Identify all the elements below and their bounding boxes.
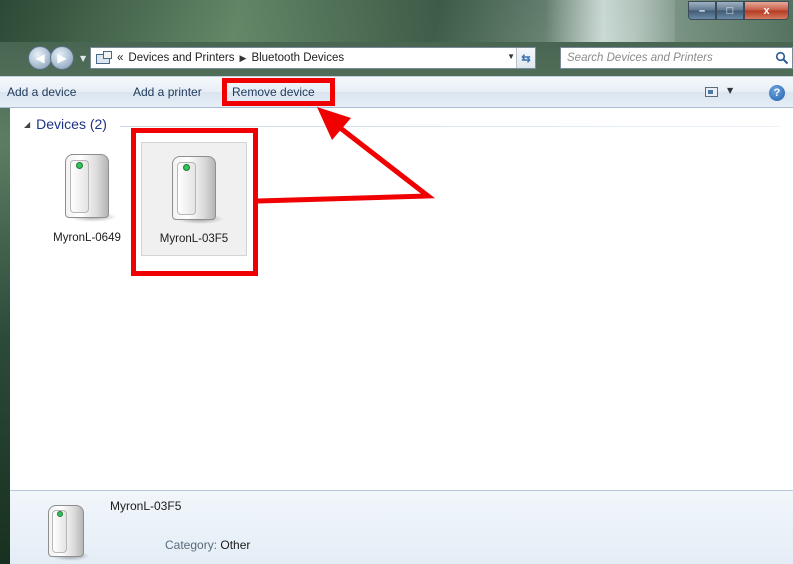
selected-device-icon [48,505,91,561]
add-device-button[interactable]: Add a device [7,85,76,99]
search-icon[interactable] [775,51,789,65]
back-button[interactable]: ◀ [28,46,52,70]
refresh-icon: ⇆ [521,52,531,65]
minimize-button[interactable]: – [688,1,716,20]
devices-pane: ◢ Devices (2) MyronL-0649 MyronL-03F5 [10,108,793,490]
address-bar[interactable]: « Devices and Printers ▶ Bluetooth Devic… [90,47,536,69]
command-bar: Add a device Add a printer Remove device… [0,76,793,108]
refresh-button[interactable]: ⇆ [516,48,535,68]
selected-device-category: Category: Other [165,538,250,552]
devices-group-header[interactable]: ◢ Devices (2) [24,116,107,132]
close-button[interactable]: x [744,1,789,20]
view-dropdown-icon[interactable]: ▼ [727,86,733,95]
selected-device-name: MyronL-03F5 [110,499,182,513]
forward-arrow-icon: ▶ [57,51,67,65]
collapse-triangle-icon[interactable]: ◢ [24,120,30,129]
change-view-button[interactable]: ▼ [705,86,735,100]
view-icon [705,87,718,97]
title-bar: – □ x [0,0,793,42]
address-dropdown-icon[interactable]: ▼ [507,52,515,61]
maximize-button[interactable]: □ [716,1,744,20]
group-divider [120,126,780,127]
devices-group-label: Devices (2) [36,116,107,132]
selected-device-highlight [131,128,258,276]
breadcrumb-bluetooth-devices[interactable]: Bluetooth Devices [251,52,344,64]
device-item-0649[interactable]: MyronL-0649 [36,138,138,252]
breadcrumb-separator-icon[interactable]: ▶ [240,53,247,64]
add-printer-button[interactable]: Add a printer [133,85,202,99]
remove-device-highlight [222,78,335,106]
category-value: Other [220,538,251,552]
window-controls: – □ x [688,1,789,20]
back-arrow-icon: ◀ [35,51,45,65]
explorer-window: – □ x ◀ ▶ ▼ « Devices and Printers ▶ Blu… [0,0,793,564]
title-bar-background [545,0,675,42]
recent-pages-dropdown[interactable]: ▼ [80,54,86,63]
help-icon[interactable]: ? [769,85,785,101]
forward-button[interactable]: ▶ [50,46,74,70]
breadcrumb-devices-and-printers[interactable]: Devices and Printers [128,52,234,64]
devices-folder-icon [95,51,113,65]
device-label: MyronL-0649 [53,232,121,244]
search-input[interactable]: Search Devices and Printers [560,47,793,69]
device-tower-icon [65,154,117,222]
details-pane: MyronL-03F5 Category: Other [10,490,793,564]
search-placeholder: Search Devices and Printers [567,52,713,64]
breadcrumb-overflow[interactable]: « [117,52,123,64]
navigation-row: ◀ ▶ ▼ « Devices and Printers ▶ Bluetooth… [0,42,793,72]
category-label: Category: [165,538,218,552]
